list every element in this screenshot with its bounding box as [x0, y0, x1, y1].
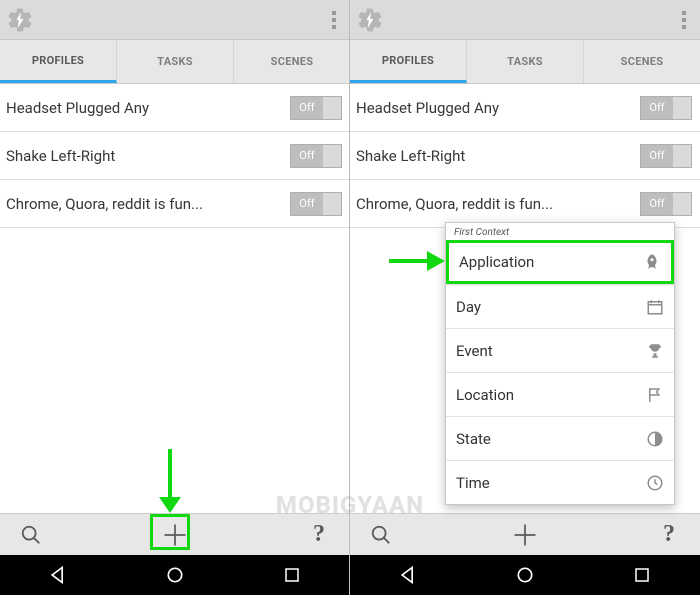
action-bar	[350, 0, 700, 40]
nav-recent-icon[interactable]	[622, 560, 662, 590]
tab-profiles[interactable]: PROFILES	[350, 40, 467, 83]
tab-scenes[interactable]: SCENES	[584, 40, 700, 83]
context-item-label: Event	[456, 342, 493, 360]
search-icon[interactable]	[14, 518, 48, 552]
context-item-label: State	[456, 430, 491, 448]
android-nav-bar	[350, 555, 700, 595]
context-item-label: Application	[459, 253, 534, 271]
context-item-label: Location	[456, 386, 514, 404]
profile-list: Headset Plugged Any Off Shake Left-Right…	[0, 84, 350, 513]
flag-icon	[646, 386, 664, 404]
profile-toggle[interactable]: Off	[640, 96, 692, 120]
profile-toggle[interactable]: Off	[640, 192, 692, 216]
overflow-menu-button[interactable]	[324, 5, 344, 35]
context-menu: First Context Application Day Event Loca…	[445, 222, 675, 505]
tab-tasks[interactable]: TASKS	[117, 40, 234, 83]
profile-row[interactable]: Shake Left-Right Off	[350, 132, 700, 180]
toggle-state: Off	[649, 149, 664, 162]
rocket-icon	[643, 253, 661, 271]
tab-tasks[interactable]: TASKS	[467, 40, 584, 83]
profile-row[interactable]: Chrome, Quora, reddit is fun... Off	[350, 180, 700, 228]
profile-toggle[interactable]: Off	[290, 144, 342, 168]
action-bar	[0, 0, 350, 40]
clock-icon	[646, 474, 664, 492]
context-item-application[interactable]: Application	[446, 240, 674, 284]
calendar-icon	[646, 298, 664, 316]
right-screen: PROFILES TASKS SCENES Headset Plugged An…	[350, 0, 700, 595]
tab-label: PROFILES	[32, 54, 84, 67]
nav-home-icon[interactable]	[155, 560, 195, 590]
context-item-label: Day	[456, 298, 481, 316]
tab-profiles[interactable]: PROFILES	[0, 40, 117, 83]
overflow-menu-button[interactable]	[674, 5, 694, 35]
help-icon[interactable]: ?	[652, 518, 686, 552]
add-button[interactable]	[508, 518, 542, 552]
help-icon[interactable]: ?	[302, 518, 336, 552]
profile-label: Chrome, Quora, reddit is fun...	[356, 195, 553, 213]
profile-row[interactable]: Chrome, Quora, reddit is fun... Off	[0, 180, 350, 228]
context-item-event[interactable]: Event	[446, 328, 674, 372]
profile-toggle[interactable]: Off	[290, 96, 342, 120]
profile-toggle[interactable]: Off	[290, 192, 342, 216]
profile-label: Chrome, Quora, reddit is fun...	[6, 195, 203, 213]
add-button[interactable]	[158, 518, 192, 552]
context-item-location[interactable]: Location	[446, 372, 674, 416]
tasker-app-icon	[4, 4, 36, 36]
toggle-state: Off	[299, 149, 314, 162]
contrast-icon	[646, 430, 664, 448]
tasker-app-icon	[354, 4, 386, 36]
nav-home-icon[interactable]	[505, 560, 545, 590]
profile-label: Headset Plugged Any	[6, 99, 149, 117]
profile-label: Headset Plugged Any	[356, 99, 499, 117]
profile-toggle[interactable]: Off	[640, 144, 692, 168]
nav-back-icon[interactable]	[38, 560, 78, 590]
gear-lightning-icon	[6, 6, 34, 34]
profile-row[interactable]: Headset Plugged Any Off	[0, 84, 350, 132]
toggle-state: Off	[649, 197, 664, 210]
profile-row[interactable]: Shake Left-Right Off	[0, 132, 350, 180]
toggle-state: Off	[299, 197, 314, 210]
context-item-time[interactable]: Time	[446, 460, 674, 504]
bottom-bar: ?	[0, 513, 350, 555]
android-nav-bar	[0, 555, 350, 595]
nav-recent-icon[interactable]	[272, 560, 312, 590]
tab-label: SCENES	[621, 55, 664, 68]
tab-label: TASKS	[507, 55, 543, 68]
context-item-day[interactable]: Day	[446, 284, 674, 328]
context-item-state[interactable]: State	[446, 416, 674, 460]
context-menu-title: First Context	[446, 223, 674, 240]
tab-label: PROFILES	[382, 54, 434, 67]
bottom-bar: ?	[350, 513, 700, 555]
left-screen: PROFILES TASKS SCENES Headset Plugged An…	[0, 0, 350, 595]
tab-label: SCENES	[271, 55, 314, 68]
tab-bar: PROFILES TASKS SCENES	[0, 40, 350, 84]
toggle-state: Off	[299, 101, 314, 114]
profile-label: Shake Left-Right	[6, 147, 115, 165]
tab-bar: PROFILES TASKS SCENES	[350, 40, 700, 84]
nav-back-icon[interactable]	[388, 560, 428, 590]
context-item-label: Time	[456, 474, 490, 492]
search-icon[interactable]	[364, 518, 398, 552]
tab-label: TASKS	[157, 55, 193, 68]
tab-scenes[interactable]: SCENES	[234, 40, 350, 83]
trophy-icon	[646, 342, 664, 360]
profile-row[interactable]: Headset Plugged Any Off	[350, 84, 700, 132]
profile-label: Shake Left-Right	[356, 147, 465, 165]
toggle-state: Off	[649, 101, 664, 114]
gear-lightning-icon	[356, 6, 384, 34]
